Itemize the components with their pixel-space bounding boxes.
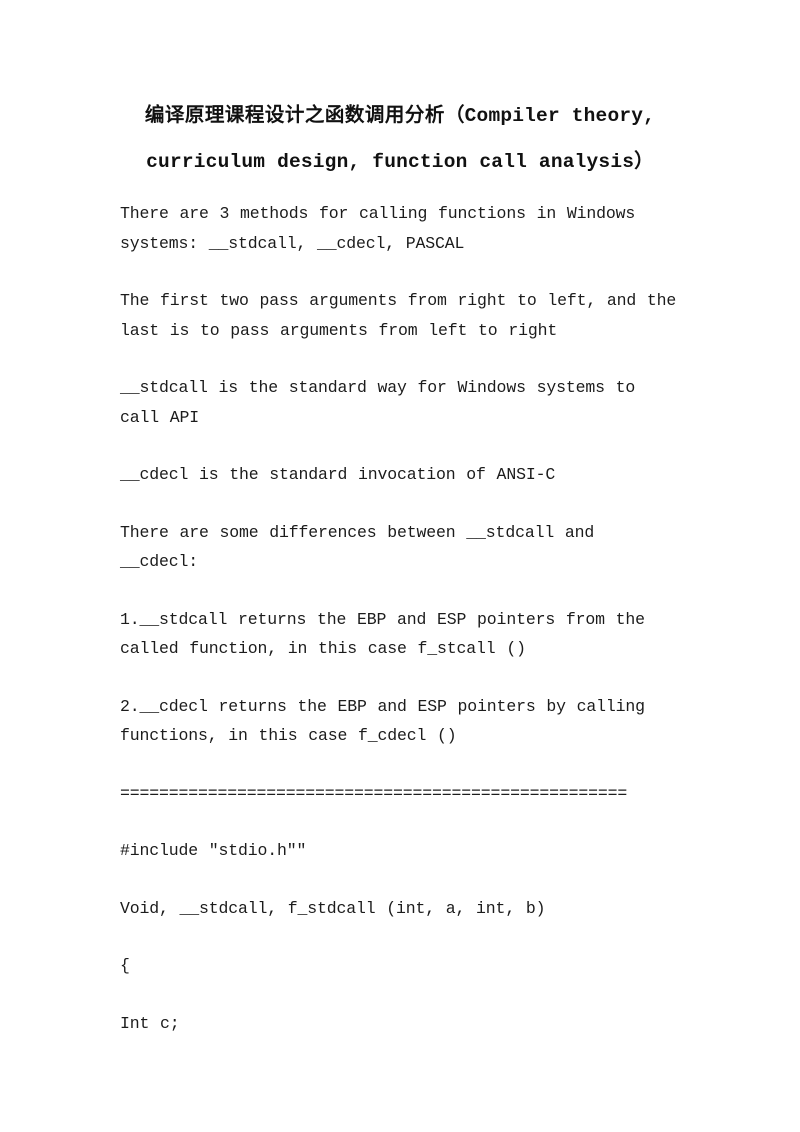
page-title: 编译原理课程设计之函数调用分析（Compiler theory, curricu… — [120, 92, 680, 185]
paragraph-difference-item-1: 1.__stdcall returns the EBP and ESP poin… — [120, 609, 656, 659]
section-separator: ========================================… — [120, 783, 628, 803]
paragraph-methods: There are 3 methods for calling function… — [120, 204, 646, 253]
document-page: 编译原理课程设计之函数调用分析（Compiler theory, curricu… — [0, 0, 800, 1132]
paragraph-difference-item-2: 2.__cdecl returns the EBP and ESP pointe… — [120, 696, 656, 746]
paragraph-differences-intro: There are some differences between __std… — [120, 522, 605, 572]
code-line-open-brace: { — [120, 956, 130, 975]
document-body: 编译原理课程设计之函数调用分析（Compiler theory, curricu… — [120, 92, 680, 1066]
paragraph-cdecl-definition: __cdecl is the standard invocation of AN… — [120, 465, 556, 484]
page-title-cjk: 编译原理课程设计之函数调用分析 — [144, 103, 445, 126]
code-line-function-signature: Void, __stdcall, f_stdcall (int, a, int,… — [120, 898, 546, 918]
code-line-declaration: Int c; — [120, 1013, 180, 1033]
paragraph-argument-order: The first two pass arguments from right … — [120, 291, 687, 340]
code-line-include: #include "stdio.h"" — [120, 841, 307, 860]
paragraph-stdcall-definition: __stdcall is the standard way for Window… — [120, 378, 646, 427]
